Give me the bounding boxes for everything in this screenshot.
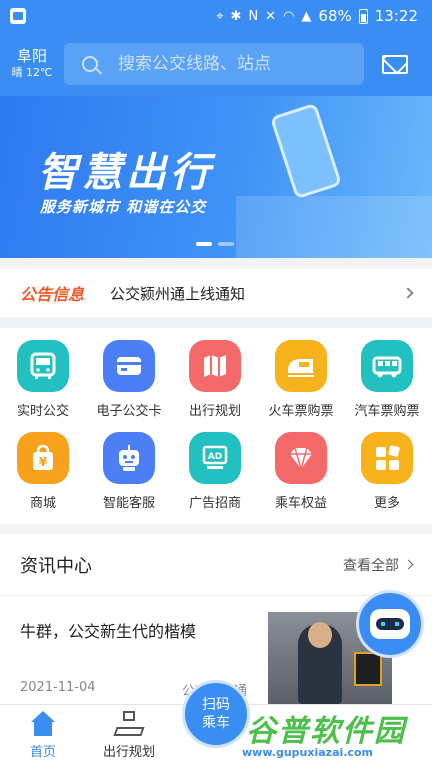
- service-rider-benefits[interactable]: 乘车权益: [258, 432, 344, 511]
- notice-bar[interactable]: 公告信息 公交颍州通上线通知: [0, 269, 432, 317]
- ad-board-icon: AD: [189, 432, 241, 484]
- service-train-ticket[interactable]: 火车票购票: [258, 340, 344, 419]
- weather-text: 晴 12℃: [11, 66, 53, 79]
- service-mall[interactable]: ¥ 商城: [0, 432, 86, 511]
- news-title: 资讯中心: [20, 555, 92, 577]
- chevron-right-icon: [403, 559, 414, 570]
- notice-tag: 公告信息: [20, 285, 85, 304]
- thumbnail-device: [354, 652, 382, 686]
- service-more[interactable]: 更多: [344, 432, 430, 511]
- view-all-link[interactable]: 查看全部: [343, 555, 399, 575]
- card-icon: [103, 340, 155, 392]
- svg-text:AD: AD: [208, 452, 222, 462]
- map-icon: [189, 340, 241, 392]
- grid-icon: [361, 432, 413, 484]
- nfc-icon: N: [248, 8, 259, 24]
- robot-icon: [103, 432, 155, 484]
- svg-text:¥: ¥: [39, 455, 48, 469]
- promo-banner[interactable]: 智慧出行 服务新城市 和谐在公交: [0, 96, 432, 258]
- carousel-dot-active[interactable]: [196, 242, 212, 246]
- tab-label: 首页: [29, 745, 56, 760]
- banner-city-graphic: [236, 196, 432, 258]
- scan-to-ride-button[interactable]: 扫码 乘车: [182, 680, 250, 748]
- location-icon: ⌖: [216, 8, 224, 24]
- service-label: 智能客服: [102, 496, 155, 511]
- coach-icon: [361, 340, 413, 392]
- service-realtime-bus[interactable]: 实时公交: [0, 340, 86, 419]
- scan-label-2: 乘车: [202, 715, 230, 731]
- chevron-right-icon: [402, 287, 414, 299]
- carousel-dot[interactable]: [218, 242, 234, 246]
- service-coach-ticket[interactable]: 汽车票购票: [344, 340, 430, 419]
- search-input[interactable]: [118, 54, 348, 74]
- bus-icon: [17, 340, 69, 392]
- service-label: 实时公交: [16, 404, 69, 419]
- mail-icon[interactable]: [382, 54, 408, 74]
- tab-trip-planning[interactable]: 出行规划: [84, 711, 174, 760]
- app-notification-icon: [10, 8, 26, 24]
- home-icon: [29, 711, 57, 737]
- service-trip-planning[interactable]: 出行规划: [172, 340, 258, 419]
- service-label: 更多: [373, 496, 400, 511]
- battery-icon: [358, 8, 368, 24]
- article-date: 2021-11-04: [20, 680, 96, 695]
- service-advertising[interactable]: AD 广告招商: [172, 432, 258, 511]
- thumbnail-face: [308, 622, 332, 648]
- app-header: 阜阳 晴 12℃: [0, 32, 432, 96]
- scan-label-1: 扫码: [202, 697, 230, 713]
- assistant-robot-button[interactable]: [356, 590, 424, 658]
- robot-icon: [370, 609, 410, 639]
- service-label: 出行规划: [188, 404, 241, 419]
- service-grid: 实时公交 电子公交卡 出行规划 火车票购票 汽车票购票 ¥ 商城 智能客服 AD…: [0, 328, 432, 524]
- service-label: 广告招商: [188, 496, 241, 511]
- map-flag-icon: [113, 711, 145, 737]
- shopping-bag-icon: ¥: [17, 432, 69, 484]
- wifi-icon: ◠: [283, 8, 295, 24]
- service-label: 商城: [29, 496, 56, 511]
- service-label: 乘车权益: [274, 496, 327, 511]
- city-selector[interactable]: 阜阳 晴 12℃: [0, 47, 64, 81]
- watermark: 谷普软件园 www.gupuxiazai.com: [236, 704, 432, 768]
- watermark-text: 谷普软件园: [246, 714, 406, 749]
- banner-slogan: 智慧出行: [38, 150, 214, 196]
- article-title[interactable]: 牛群，公交新生代的楷模: [20, 618, 196, 642]
- diamond-icon: [275, 432, 327, 484]
- search-bar[interactable]: [64, 43, 364, 85]
- tab-home[interactable]: 首页: [0, 711, 88, 760]
- signal-icon: ▲: [301, 8, 312, 24]
- banner-phone-graphic: [269, 102, 343, 200]
- service-e-card[interactable]: 电子公交卡: [86, 340, 172, 419]
- battery-percent: 68%: [318, 7, 352, 25]
- status-bar: ⌖ ✱ N ✕ ◠ ▲ 68% 13:22: [0, 0, 432, 32]
- mute-icon: ✕: [265, 8, 277, 24]
- news-header: 资讯中心 查看全部: [0, 534, 432, 596]
- clock: 13:22: [374, 7, 418, 25]
- banner-subtitle: 服务新城市 和谐在公交: [40, 198, 207, 216]
- notice-text: 公交颍州通上线通知: [110, 284, 246, 303]
- city-name: 阜阳: [16, 47, 47, 65]
- search-icon: [82, 56, 98, 72]
- watermark-url: www.gupuxiazai.com: [242, 746, 373, 759]
- service-label: 火车票购票: [268, 404, 334, 419]
- tab-label: 出行规划: [102, 745, 155, 760]
- service-label: 汽车票购票: [354, 404, 420, 419]
- service-label: 电子公交卡: [96, 404, 162, 419]
- bluetooth-icon: ✱: [230, 8, 242, 24]
- service-ai-support[interactable]: 智能客服: [86, 432, 172, 511]
- train-icon: [275, 340, 327, 392]
